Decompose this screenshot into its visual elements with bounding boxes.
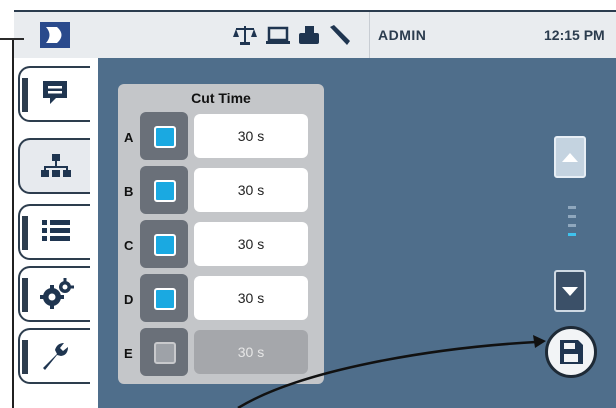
save-icon [560,340,583,364]
gears-icon [40,278,74,309]
cut-time-value[interactable]: 30 s [194,168,308,212]
tab-maintenance[interactable] [18,328,90,384]
row-label: B [124,184,134,199]
enable-checkbox[interactable] [140,220,188,268]
tool-icon[interactable] [328,23,352,47]
checkbox-box [154,288,176,310]
message-icon [43,81,67,104]
tab-network[interactable] [18,138,90,194]
enable-checkbox[interactable] [140,328,188,376]
cut-time-value[interactable]: 30 s [194,330,308,374]
cut-time-panel: Cut Time A 30 s B 30 s C 30 s D 30 s E 3… [118,84,324,384]
row-label: D [124,292,134,307]
main-content: Cut Time A 30 s B 30 s C 30 s D 30 s E 3… [98,58,616,408]
header-bar: ADMIN 12:15 PM [14,10,616,58]
checkbox-box [154,342,176,364]
cut-time-value[interactable]: 30 s [194,114,308,158]
tab-settings[interactable] [18,266,90,322]
page-indicator [568,206,576,246]
scroll-down-button[interactable] [554,270,586,312]
cut-time-row-d: D 30 s [118,274,324,322]
page-dot [568,206,576,209]
page-dot [568,224,576,227]
row-label: A [124,130,134,145]
panel-title: Cut Time [191,90,251,106]
checkbox-box [154,126,176,148]
tab-marker [22,216,28,250]
page-dot-active [568,233,576,236]
cut-time-row-b: B 30 s [118,166,324,214]
page-top-strip [0,0,616,10]
header-status-icons [232,20,352,50]
tab-marker [22,340,28,374]
checkbox-box [154,234,176,256]
logo-icon [40,22,70,48]
scale-icon[interactable] [232,24,258,46]
cut-time-row-a: A 30 s [118,112,324,160]
tab-marker [22,78,28,112]
laptop-icon[interactable] [266,25,290,45]
tab-list[interactable] [18,204,90,260]
chevron-up-icon [562,153,578,162]
enable-checkbox[interactable] [140,166,188,214]
printer-icon[interactable] [298,24,320,46]
page-dot [568,215,576,218]
save-button[interactable] [545,326,597,378]
scroll-up-button[interactable] [554,136,586,178]
row-label: C [124,238,134,253]
header-divider [369,12,370,58]
sidebar [14,58,98,408]
cut-time-value[interactable]: 30 s [194,276,308,320]
chevron-down-icon [562,287,578,296]
enable-checkbox[interactable] [140,112,188,160]
cut-time-row-e: E 30 s [118,328,324,376]
tab-messages[interactable] [18,66,90,122]
cut-time-value[interactable]: 30 s [194,222,308,266]
clock: 12:15 PM [544,27,605,43]
row-label: E [124,346,133,361]
enable-checkbox[interactable] [140,274,188,322]
network-icon [41,154,71,177]
user-name: ADMIN [378,27,427,43]
cut-time-row-c: C 30 s [118,220,324,268]
list-icon [42,220,70,241]
wrench-icon [43,343,68,370]
tab-marker [22,278,28,312]
checkbox-box [154,180,176,202]
